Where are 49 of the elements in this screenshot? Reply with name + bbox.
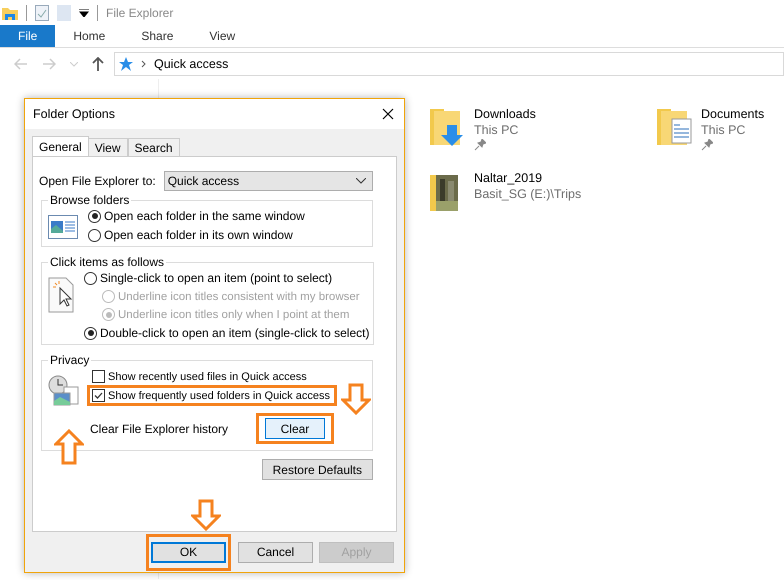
radio-button[interactable] (88, 228, 101, 242)
folder-download-icon (430, 107, 466, 147)
arrow-down-icon (341, 383, 371, 415)
restore-defaults-button[interactable]: Restore Defaults (262, 459, 373, 480)
checkbox-row[interactable]: Show frequently used folders in Quick access (90, 388, 334, 403)
radio-button[interactable] (84, 272, 97, 284)
folder-name[interactable]: Naltar_2019 (474, 171, 582, 185)
open-to-label: Open File Explorer to: (39, 174, 156, 188)
clear-history-label: Clear File Explorer history (90, 422, 228, 436)
address-bar[interactable]: Quick access (114, 52, 784, 76)
radio-label[interactable]: Open each folder in the same window (104, 209, 305, 223)
dialog-tab[interactable]: General (32, 136, 89, 156)
window-title: File Explorer (106, 6, 174, 20)
folder-location: This PC (474, 123, 520, 137)
folder-name[interactable]: Downloads (474, 107, 536, 121)
dropdown-icon[interactable] (79, 8, 89, 16)
group-title: Privacy (49, 353, 90, 367)
dialog-tab[interactable]: View (88, 138, 128, 156)
radio-label[interactable]: Single-click to open an item (point to select) (100, 271, 332, 285)
star-icon (119, 57, 133, 71)
checkbox-row[interactable]: Show recently used files in Quick access (90, 369, 334, 384)
dialog-title: Folder Options (33, 107, 115, 121)
checkbox[interactable] (92, 370, 105, 383)
close-icon[interactable] (382, 108, 394, 120)
group-title: Click items as follows (49, 255, 166, 269)
radio-button[interactable] (84, 326, 97, 340)
folder-location: Basit_SG (E:)\Trips (474, 187, 582, 201)
group-title: Browse folders (49, 193, 130, 207)
dialog-button[interactable]: Cancel (238, 542, 313, 562)
chevron-down-icon (356, 178, 366, 184)
radio-label[interactable]: Double-click to open an item (single-click to select) (100, 326, 370, 340)
radio-label[interactable]: Open each folder in its own window (104, 228, 293, 242)
radio-button[interactable] (88, 210, 101, 222)
folder-location: This PC (701, 123, 746, 137)
folder-name[interactable]: Documents (701, 107, 764, 121)
checkbox[interactable] (92, 389, 105, 402)
up-icon[interactable] (92, 57, 104, 71)
dialog-button[interactable]: OK (151, 542, 226, 562)
chevron-right-icon[interactable] (141, 60, 146, 68)
open-to-dropdown[interactable]: Quick access (164, 171, 373, 191)
clock-pictures-icon (48, 375, 80, 407)
clear-button[interactable]: Clear (264, 418, 325, 439)
arrow-up-icon (54, 429, 84, 465)
dialog-tab[interactable]: Search (128, 138, 180, 156)
ribbon-tab[interactable]: File (0, 25, 56, 47)
folder-document-icon (657, 107, 693, 147)
window-icon (48, 215, 78, 239)
folder-icon (2, 6, 18, 20)
cursor-document-icon (48, 277, 74, 313)
